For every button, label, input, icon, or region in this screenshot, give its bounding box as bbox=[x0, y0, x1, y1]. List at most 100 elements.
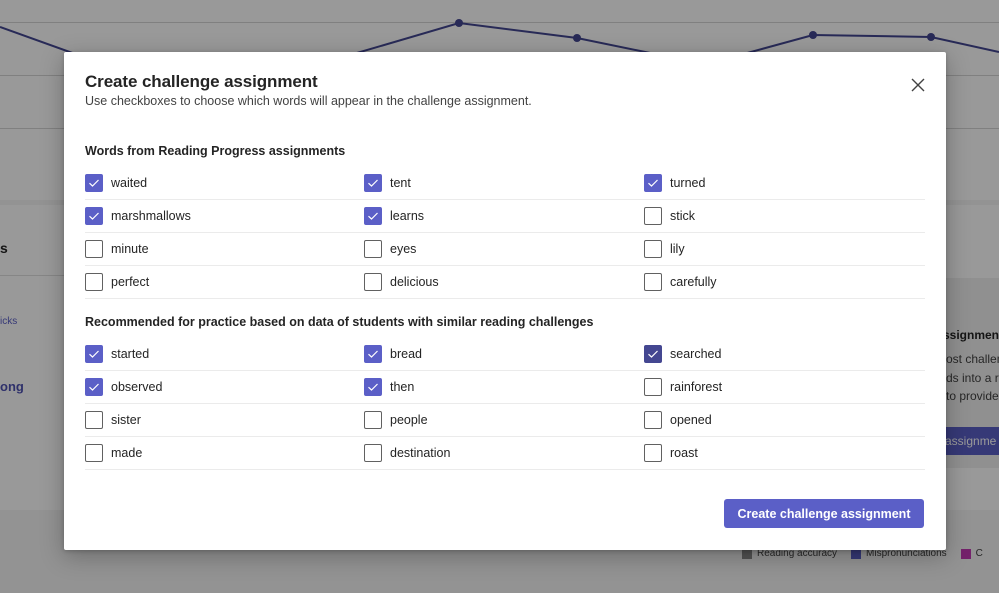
word-grid-recommended: started bread searched observed then rainfore… bbox=[85, 338, 925, 470]
word-label: delicious bbox=[390, 275, 439, 289]
checkbox[interactable] bbox=[644, 345, 662, 363]
checkbox[interactable] bbox=[85, 378, 103, 396]
word-label: eyes bbox=[390, 242, 417, 256]
checkbox[interactable] bbox=[364, 411, 382, 429]
section-title-reading-progress: Words from Reading Progress assignments bbox=[85, 144, 346, 158]
checkbox[interactable] bbox=[85, 240, 103, 258]
word-option-searched[interactable]: searched bbox=[644, 338, 721, 370]
word-option-roast[interactable]: roast bbox=[644, 437, 698, 469]
word-label: opened bbox=[670, 413, 712, 427]
word-label: then bbox=[390, 380, 415, 394]
word-label: roast bbox=[670, 446, 698, 460]
checkmark-icon bbox=[89, 212, 99, 220]
word-label: started bbox=[111, 347, 150, 361]
word-row: sister people opened bbox=[85, 404, 925, 437]
word-option-then[interactable]: then bbox=[364, 371, 414, 403]
checkmark-icon bbox=[89, 350, 99, 358]
checkbox[interactable] bbox=[364, 174, 382, 192]
checkbox[interactable] bbox=[364, 444, 382, 462]
word-label: lily bbox=[670, 242, 685, 256]
checkbox[interactable] bbox=[364, 207, 382, 225]
word-label: rainforest bbox=[670, 380, 723, 394]
word-label: learns bbox=[390, 209, 425, 223]
checkbox[interactable] bbox=[85, 174, 103, 192]
word-grid-reading-progress: waited tent turned marshmallows learns stick m… bbox=[85, 167, 925, 299]
word-row: waited tent turned bbox=[85, 167, 925, 200]
word-option-minute[interactable]: minute bbox=[85, 233, 149, 265]
checkmark-icon bbox=[368, 383, 378, 391]
checkbox[interactable] bbox=[644, 444, 662, 462]
create-challenge-dialog: Create challenge assignment Use checkbox… bbox=[64, 52, 946, 550]
checkmark-icon bbox=[89, 179, 99, 187]
word-label: stick bbox=[670, 209, 695, 223]
word-option-delicious[interactable]: delicious bbox=[364, 266, 439, 298]
word-option-stick[interactable]: stick bbox=[644, 200, 695, 232]
app-page: s icks ong ssignment ost challen ds into… bbox=[0, 0, 999, 593]
checkbox[interactable] bbox=[364, 240, 382, 258]
word-option-lily[interactable]: lily bbox=[644, 233, 685, 265]
dialog-subtitle: Use checkboxes to choose which words wil… bbox=[85, 94, 532, 108]
word-option-started[interactable]: started bbox=[85, 338, 149, 370]
create-challenge-assignment-button[interactable]: Create challenge assignment bbox=[724, 499, 924, 528]
word-row: started bread searched bbox=[85, 338, 925, 371]
word-option-turned[interactable]: turned bbox=[644, 167, 705, 199]
checkbox[interactable] bbox=[644, 273, 662, 291]
word-label: searched bbox=[670, 347, 722, 361]
word-option-destination[interactable]: destination bbox=[364, 437, 450, 469]
checkbox[interactable] bbox=[644, 240, 662, 258]
word-option-made[interactable]: made bbox=[85, 437, 142, 469]
checkbox[interactable] bbox=[644, 207, 662, 225]
word-option-bread[interactable]: bread bbox=[364, 338, 422, 370]
word-option-people[interactable]: people bbox=[364, 404, 428, 436]
dialog-title: Create challenge assignment bbox=[85, 72, 318, 91]
checkbox[interactable] bbox=[644, 411, 662, 429]
word-label: marshmallows bbox=[111, 209, 191, 223]
close-button[interactable] bbox=[907, 74, 929, 96]
checkbox[interactable] bbox=[85, 273, 103, 291]
checkmark-icon bbox=[648, 179, 658, 187]
checkbox[interactable] bbox=[364, 345, 382, 363]
word-label: sister bbox=[111, 413, 141, 427]
checkbox[interactable] bbox=[85, 411, 103, 429]
checkmark-icon bbox=[368, 350, 378, 358]
checkbox[interactable] bbox=[85, 207, 103, 225]
word-option-eyes[interactable]: eyes bbox=[364, 233, 416, 265]
checkmark-icon bbox=[368, 212, 378, 220]
word-option-observed[interactable]: observed bbox=[85, 371, 162, 403]
word-label: carefully bbox=[670, 275, 717, 289]
word-option-opened[interactable]: opened bbox=[644, 404, 712, 436]
word-label: tent bbox=[390, 176, 411, 190]
word-label: destination bbox=[390, 446, 451, 460]
checkbox[interactable] bbox=[85, 345, 103, 363]
checkbox[interactable] bbox=[644, 174, 662, 192]
word-option-perfect[interactable]: perfect bbox=[85, 266, 149, 298]
checkmark-icon bbox=[368, 179, 378, 187]
word-label: bread bbox=[390, 347, 422, 361]
close-icon bbox=[911, 78, 925, 92]
checkbox[interactable] bbox=[364, 273, 382, 291]
word-option-marshmallows[interactable]: marshmallows bbox=[85, 200, 191, 232]
word-label: minute bbox=[111, 242, 149, 256]
word-option-rainforest[interactable]: rainforest bbox=[644, 371, 722, 403]
word-row: perfect delicious carefully bbox=[85, 266, 925, 299]
word-row: minute eyes lily bbox=[85, 233, 925, 266]
word-option-tent[interactable]: tent bbox=[364, 167, 411, 199]
checkbox[interactable] bbox=[644, 378, 662, 396]
word-label: people bbox=[390, 413, 428, 427]
checkmark-icon bbox=[89, 383, 99, 391]
section-title-recommended: Recommended for practice based on data o… bbox=[85, 315, 594, 329]
checkmark-icon bbox=[648, 350, 658, 358]
word-label: perfect bbox=[111, 275, 150, 289]
word-option-waited[interactable]: waited bbox=[85, 167, 147, 199]
word-option-carefully[interactable]: carefully bbox=[644, 266, 717, 298]
word-label: observed bbox=[111, 380, 163, 394]
word-label: waited bbox=[111, 176, 148, 190]
word-row: made destination roast bbox=[85, 437, 925, 470]
word-row: marshmallows learns stick bbox=[85, 200, 925, 233]
word-option-learns[interactable]: learns bbox=[364, 200, 424, 232]
word-label: made bbox=[111, 446, 143, 460]
word-row: observed then rainforest bbox=[85, 371, 925, 404]
word-option-sister[interactable]: sister bbox=[85, 404, 141, 436]
checkbox[interactable] bbox=[85, 444, 103, 462]
checkbox[interactable] bbox=[364, 378, 382, 396]
